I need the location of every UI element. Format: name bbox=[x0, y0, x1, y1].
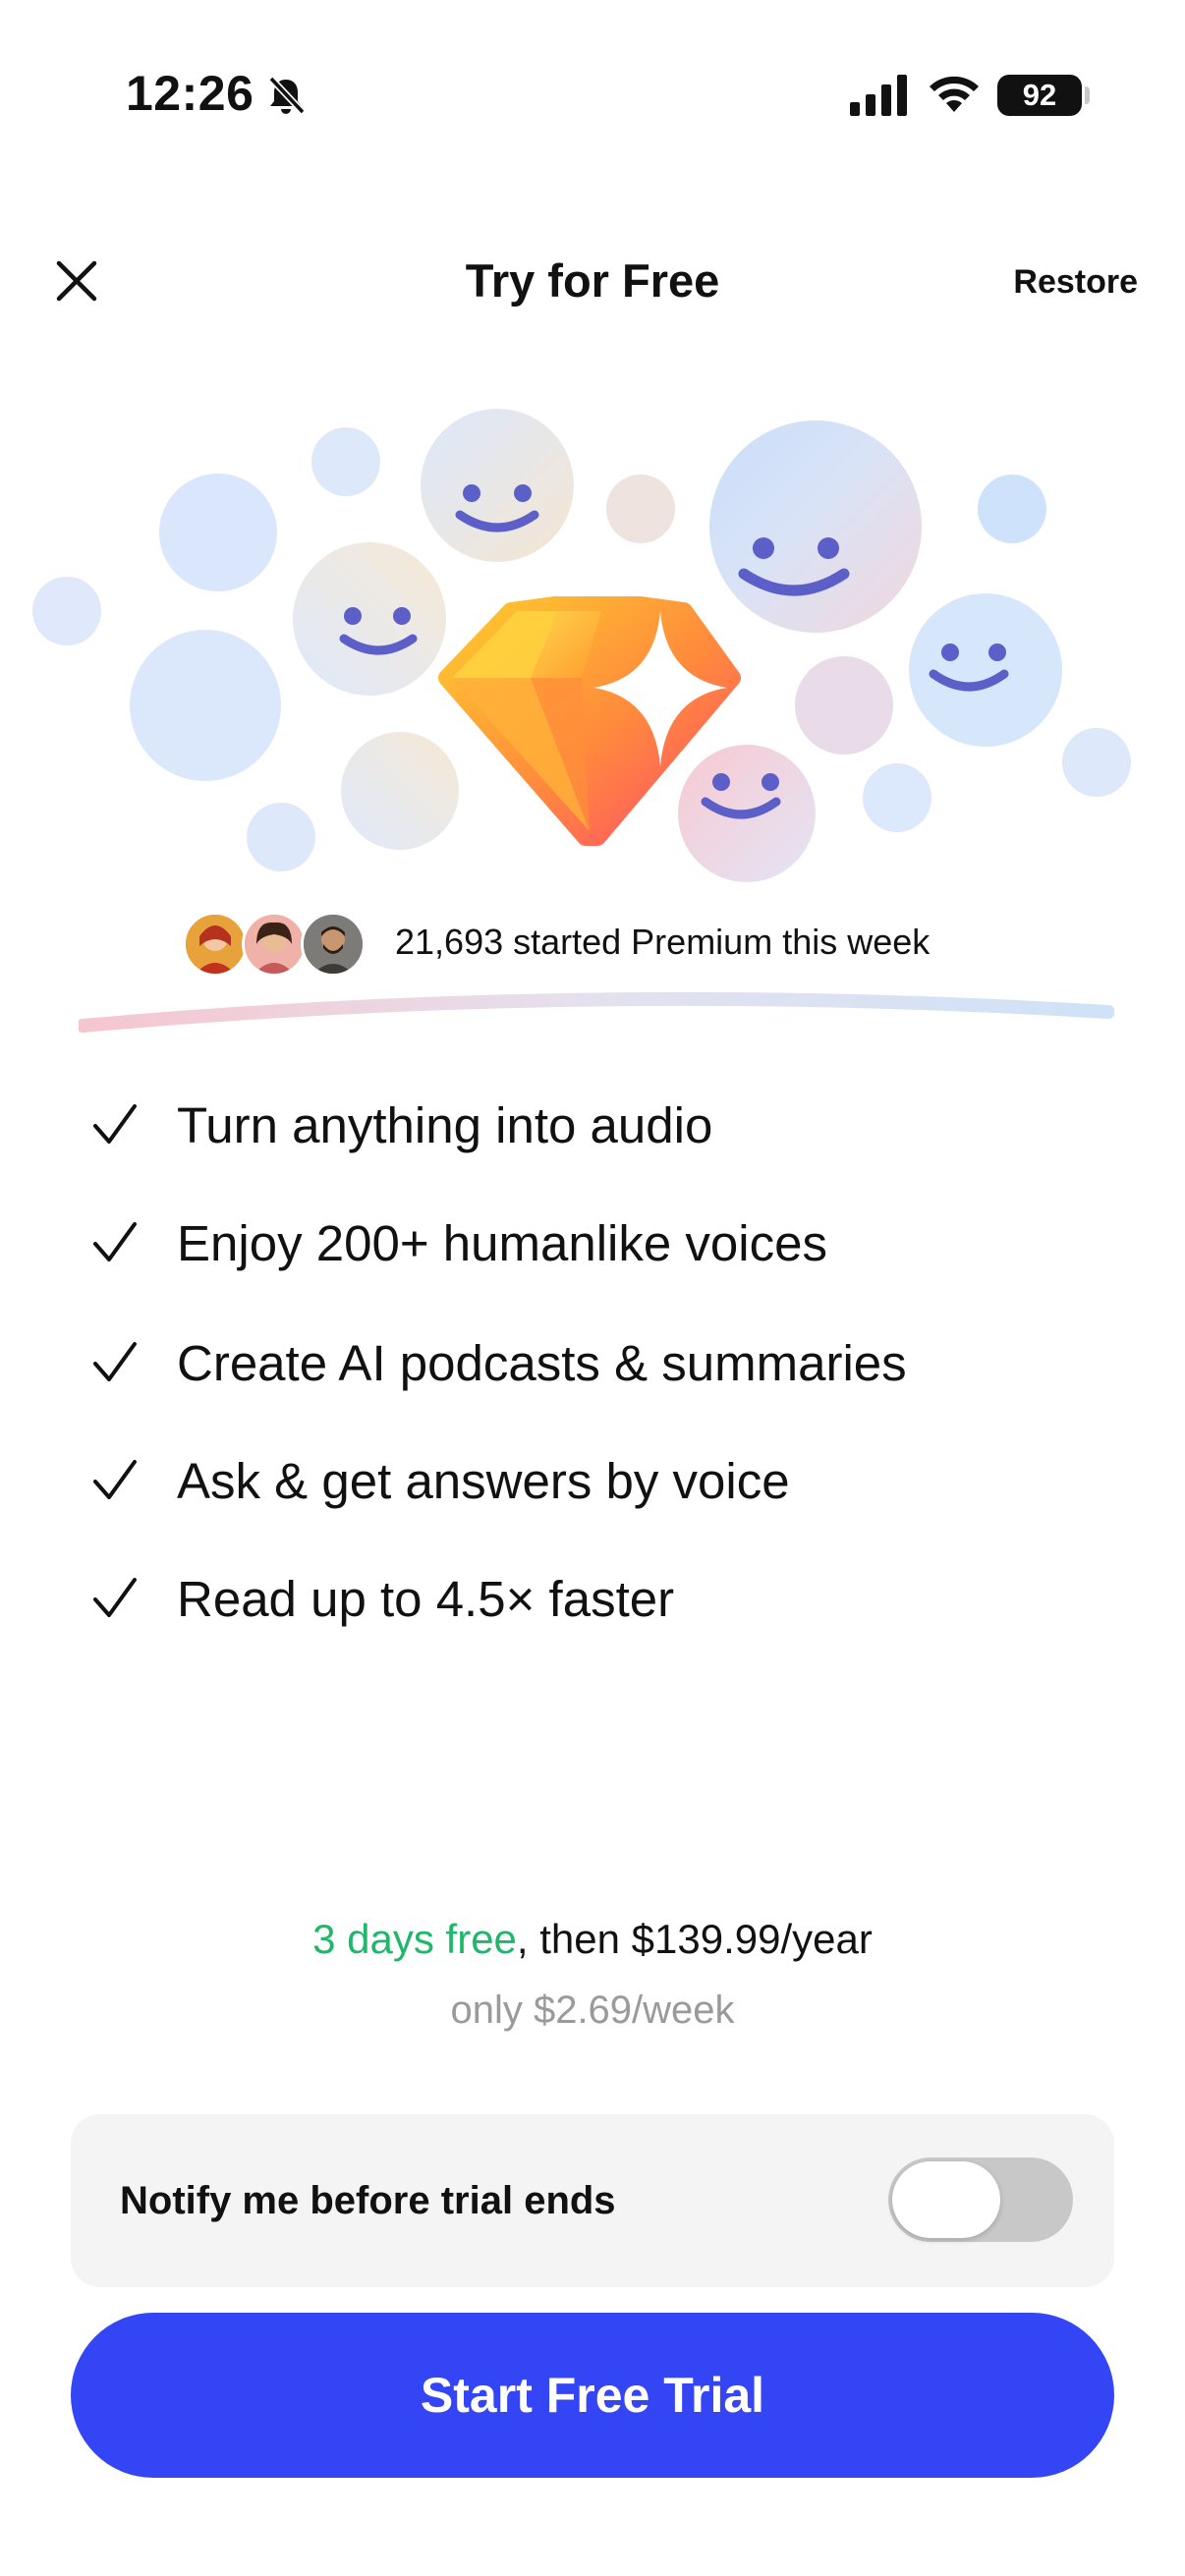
checkmark-icon bbox=[93, 1104, 137, 1144]
page-title: Try for Free bbox=[465, 254, 720, 307]
avatar bbox=[183, 912, 248, 977]
bubble bbox=[795, 656, 893, 755]
trial-length: 3 days free bbox=[312, 1916, 517, 1962]
bubble bbox=[978, 475, 1046, 543]
list-item: Read up to 4.5× faster bbox=[92, 1559, 674, 1638]
list-item: Turn anything into audio bbox=[92, 1086, 712, 1164]
annual-price: , then $139.99/year bbox=[516, 1916, 873, 1962]
gradient-divider bbox=[79, 991, 1114, 1033]
social-proof: 21,693 started Premium this week bbox=[0, 906, 1185, 984]
bubble bbox=[863, 763, 931, 832]
bubble bbox=[32, 577, 101, 645]
bubble bbox=[130, 630, 281, 781]
notify-toggle[interactable] bbox=[888, 2157, 1073, 2242]
list-item: Create AI podcasts & summaries bbox=[92, 1323, 907, 1402]
smiley-bubble bbox=[709, 420, 922, 633]
toggle-knob bbox=[892, 2161, 1000, 2238]
battery-level: 92 bbox=[1022, 78, 1057, 112]
feature-label: Create AI podcasts & summaries bbox=[177, 1334, 907, 1391]
price-summary: 3 days free, then $139.99/year bbox=[0, 1916, 1185, 1963]
checkmark-icon bbox=[93, 1222, 137, 1261]
list-item: Enjoy 200+ humanlike voices bbox=[92, 1204, 827, 1282]
cellular-signal-icon bbox=[850, 75, 907, 116]
social-proof-text: 21,693 started Premium this week bbox=[395, 922, 931, 962]
avatar bbox=[301, 912, 366, 977]
feature-label: Read up to 4.5× faster bbox=[177, 1570, 675, 1627]
battery-tip bbox=[1085, 86, 1090, 104]
status-bar: 12:26 92 bbox=[0, 0, 1185, 196]
bubble bbox=[1062, 728, 1131, 797]
feature-label: Enjoy 200+ humanlike voices bbox=[177, 1214, 827, 1271]
hero-illustration bbox=[32, 409, 1131, 882]
list-item: Ask & get answers by voice bbox=[92, 1441, 790, 1520]
smiley-bubble bbox=[678, 745, 816, 882]
feature-label: Ask & get answers by voice bbox=[177, 1452, 790, 1509]
wifi-icon bbox=[930, 76, 979, 112]
restore-button[interactable]: Restore bbox=[1013, 263, 1138, 302]
avatar bbox=[242, 912, 307, 977]
smiley-bubble bbox=[293, 542, 446, 696]
bubble bbox=[311, 427, 380, 496]
bubble bbox=[606, 475, 675, 543]
notify-label: Notify me before trial ends bbox=[120, 2179, 616, 2222]
bubble bbox=[247, 803, 315, 871]
checkmark-icon bbox=[93, 1460, 137, 1499]
start-free-trial-button[interactable]: Start Free Trial bbox=[71, 2313, 1114, 2478]
checkmark-icon bbox=[93, 1342, 137, 1381]
smiley-bubble bbox=[909, 593, 1062, 747]
notify-card: Notify me before trial ends bbox=[71, 2114, 1114, 2287]
smiley-bubble bbox=[421, 409, 574, 562]
bubble bbox=[159, 474, 277, 591]
bell-slash-icon bbox=[268, 76, 306, 115]
weekly-price: only $2.69/week bbox=[450, 1988, 735, 2032]
feature-label: Turn anything into audio bbox=[177, 1096, 713, 1153]
checkmark-icon bbox=[93, 1578, 137, 1617]
bubble bbox=[341, 732, 459, 850]
battery-icon: 92 bbox=[997, 75, 1082, 116]
status-time: 12:26 bbox=[126, 66, 254, 121]
